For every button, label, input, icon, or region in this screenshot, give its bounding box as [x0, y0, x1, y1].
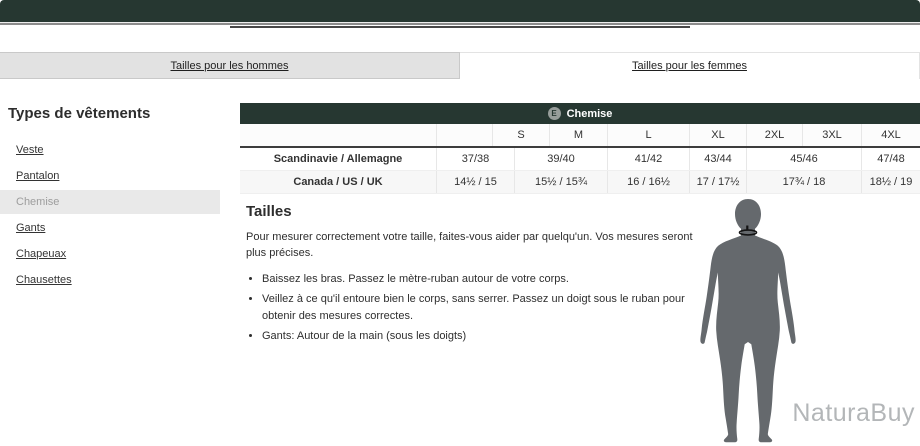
size-value-cell: 14½ / 15	[437, 171, 515, 193]
measure-title: Tailles	[246, 203, 706, 220]
header-divider	[0, 23, 920, 25]
size-value-cell: 37/38	[437, 148, 515, 170]
size-value-cell: 15½ / 15¾	[515, 171, 608, 193]
neck-measure-tick	[746, 226, 748, 231]
tab-tailles-femmes[interactable]: Tailles pour les femmes	[460, 52, 920, 79]
size-col-3xl: 3XL	[803, 124, 862, 146]
sidebar-row-chausettes: Chausettes	[8, 268, 220, 292]
size-table-row-scandinavie-allemagne: Scandinavie / Allemagne37/3839/4041/4243…	[240, 148, 920, 171]
size-table-header-row: SMLXL2XL3XL4XL	[240, 124, 920, 146]
size-table-titlebar: E Chemise	[240, 103, 920, 124]
tab-tailles-femmes-link[interactable]: Tailles pour les femmes	[632, 60, 747, 72]
size-col-l: L	[608, 124, 690, 146]
sidebar-item-chapeuax[interactable]: Chapeuax	[16, 248, 66, 260]
size-col-xl: XL	[690, 124, 747, 146]
size-col-2xl: 2XL	[747, 124, 803, 146]
size-value-cell: 17 / 17½	[690, 171, 747, 193]
tab-tailles-hommes[interactable]: Tailles pour les hommes	[0, 52, 460, 79]
chemise-badge-icon: E	[548, 107, 561, 120]
sidebar-row-veste: Veste	[8, 138, 220, 162]
size-table-corner-cell	[240, 124, 437, 146]
size-value-cell: 18½ / 19	[862, 171, 920, 193]
sidebar-item-pantalon[interactable]: Pantalon	[16, 170, 59, 182]
top-header-bar	[0, 0, 920, 22]
gender-tabs: Tailles pour les hommes Tailles pour les…	[0, 52, 920, 79]
size-col-m: M	[550, 124, 608, 146]
sidebar-row-chemise: Chemise	[0, 190, 220, 214]
size-table-row-canada-us-uk: Canada / US / UK14½ / 1515½ / 15¾16 / 16…	[240, 171, 920, 194]
sidebar-item-chausettes[interactable]: Chausettes	[16, 274, 72, 286]
measuring-instructions: Tailles Pour mesurer correctement votre …	[246, 203, 706, 348]
sidebar-items: Veste Pantalon Chemise Gants Chapeuax Chauset…	[8, 138, 220, 292]
measure-intro: Pour mesurer correctement votre taille, …	[246, 230, 706, 262]
measure-bullet: Baissez les bras. Passez le mètre-ruban …	[262, 271, 694, 288]
sidebar-item-gants[interactable]: Gants	[16, 222, 45, 234]
sidebar-item-chemise: Chemise	[16, 196, 59, 208]
sidebar-item-veste[interactable]: Veste	[16, 144, 44, 156]
naturabuy-watermark: NaturaBuy	[792, 399, 915, 428]
size-table-body: Scandinavie / Allemagne37/3839/4041/4243…	[240, 148, 920, 194]
size-table: E Chemise SMLXL2XL3XL4XL Scandinavie / A…	[240, 103, 920, 194]
measure-bullet: Gants: Autour de la main (sous les doigt…	[262, 328, 694, 345]
sidebar-row-gants: Gants	[8, 216, 220, 240]
row-label: Canada / US / UK	[240, 171, 437, 193]
size-value-cell: 41/42	[608, 148, 690, 170]
sidebar-row-chapeuax: Chapeuax	[8, 242, 220, 266]
size-col-s: S	[493, 124, 550, 146]
size-table-title: Chemise	[567, 108, 613, 120]
size-value-cell: 17¾ / 18	[747, 171, 862, 193]
measure-bullet: Veillez à ce qu'il entoure bien le corps…	[262, 291, 694, 325]
size-col-empty	[437, 124, 493, 146]
size-value-cell: 39/40	[515, 148, 608, 170]
row-label: Scandinavie / Allemagne	[240, 148, 437, 170]
size-value-cell: 47/48	[862, 148, 920, 170]
male-silhouette-figure	[695, 198, 801, 445]
sidebar-title: Types de vêtements	[8, 105, 220, 122]
measure-bullet-list: Baissez les bras. Passez le mètre-ruban …	[246, 271, 694, 345]
size-value-cell: 16 / 16½	[608, 171, 690, 193]
size-col-4xl: 4XL	[862, 124, 920, 146]
male-silhouette-icon	[695, 198, 801, 445]
header-divider-segment	[230, 26, 690, 28]
size-value-cell: 45/46	[747, 148, 862, 170]
sidebar-row-pantalon: Pantalon	[8, 164, 220, 188]
tab-tailles-hommes-link[interactable]: Tailles pour les hommes	[171, 60, 289, 72]
clothing-types-sidebar: Types de vêtements Veste Pantalon Chemise G…	[8, 105, 220, 294]
size-guide-page: Tailles pour les hommes Tailles pour les…	[0, 0, 920, 446]
size-value-cell: 43/44	[690, 148, 747, 170]
